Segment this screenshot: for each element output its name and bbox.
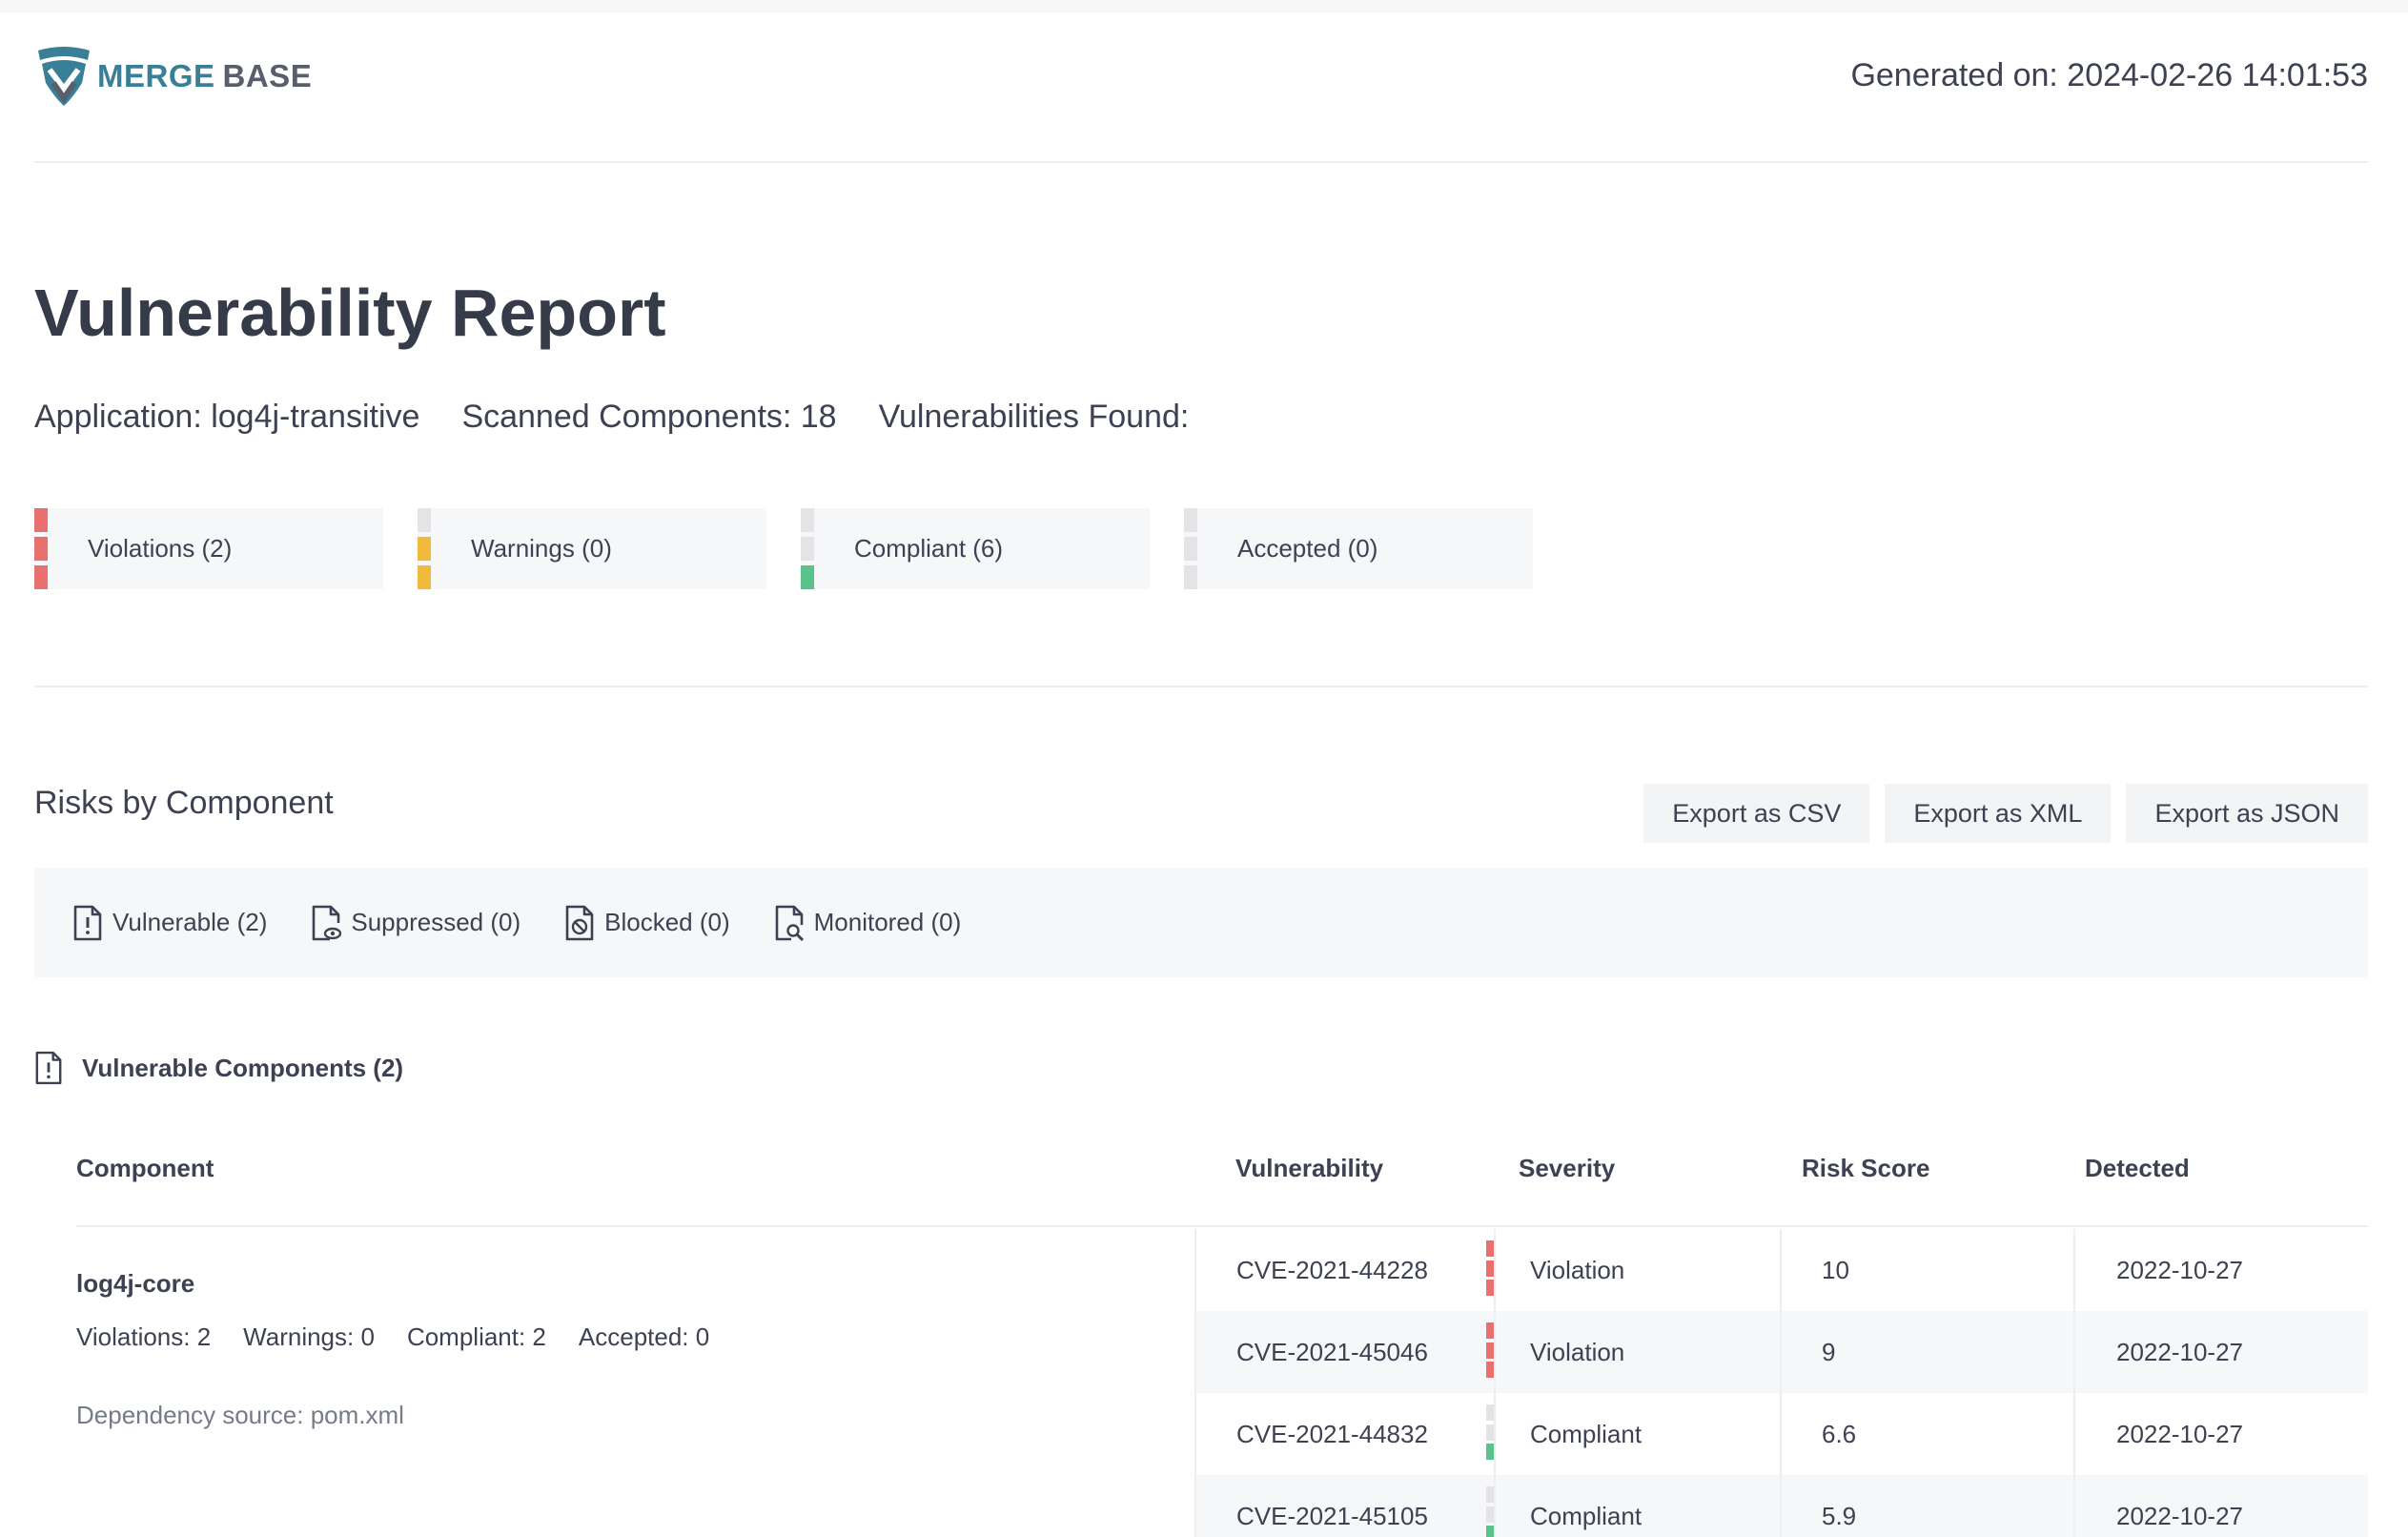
export-xml-button[interactable]: Export as XML xyxy=(1885,784,2112,843)
risk-score: 9 xyxy=(1822,1337,1836,1366)
status-label: Accepted (0) xyxy=(1237,534,1378,563)
file-exclamation-icon xyxy=(73,905,102,940)
table-row[interactable]: CVE-2021-45046 Violation 9 2022-10-27 xyxy=(1196,1311,2368,1393)
vulnerabilities-found-label: Vulnerabilities Found: xyxy=(878,399,1190,435)
report-meta: Application: log4j-transitive Scanned Co… xyxy=(34,399,1189,436)
filter-label: Blocked (0) xyxy=(604,908,730,936)
warnings-count: Warnings: 0 xyxy=(243,1322,375,1351)
generated-timestamp: Generated on: 2024-02-26 14:01:53 xyxy=(1850,57,2368,93)
status-warnings[interactable]: Warnings (0) xyxy=(418,508,766,589)
status-label: Compliant (6) xyxy=(854,534,1004,563)
shield-logo-icon xyxy=(38,47,90,106)
severity-value: Compliant xyxy=(1530,1501,1643,1530)
filter-monitored[interactable]: Monitored (0) xyxy=(774,904,962,942)
filter-blocked[interactable]: Blocked (0) xyxy=(564,904,730,942)
application-name: Application: log4j-transitive xyxy=(34,399,420,435)
scanned-components: Scanned Components: 18 xyxy=(461,399,837,435)
status-compliant[interactable]: Compliant (6) xyxy=(801,508,1150,589)
section-divider xyxy=(34,686,2368,687)
detected-date: 2022-10-27 xyxy=(2116,1337,2243,1366)
severity-bar xyxy=(418,508,431,589)
cve-id[interactable]: CVE-2021-45105 xyxy=(1236,1475,1428,1537)
severity-bar xyxy=(801,508,814,589)
table-row[interactable]: CVE-2021-45105 Compliant 5.9 2022-10-27 xyxy=(1196,1475,2368,1537)
section-title-text: Vulnerable Components (2) xyxy=(82,1053,404,1082)
file-blocked-icon xyxy=(565,905,594,940)
filter-vulnerable[interactable]: Vulnerable (2) xyxy=(72,904,267,942)
detected-date: 2022-10-27 xyxy=(2116,1419,2243,1448)
column-header-vulnerability[interactable]: Vulnerability xyxy=(1235,1154,1383,1183)
risk-score: 10 xyxy=(1822,1255,1849,1284)
page-title: Vulnerability Report xyxy=(34,276,666,350)
status-label: Warnings (0) xyxy=(471,534,612,563)
severity-bar xyxy=(34,508,48,589)
component-filter-bar: Vulnerable (2) Suppressed (0) Blocked (0… xyxy=(34,868,2368,977)
risks-title: Risks by Component xyxy=(34,785,334,821)
column-header-component[interactable]: Component xyxy=(76,1154,214,1183)
cve-id[interactable]: CVE-2021-45046 xyxy=(1236,1311,1428,1393)
component-cell: log4j-core Violations: 2 Warnings: 0 Com… xyxy=(76,1229,1196,1537)
severity-value: Violation xyxy=(1530,1255,1625,1284)
severity-value: Violation xyxy=(1530,1337,1625,1366)
report-header: MERGE BASE Generated on: 2024-02-26 14:01… xyxy=(34,12,2368,163)
risk-score: 5.9 xyxy=(1822,1501,1857,1530)
violations-count: Violations: 2 xyxy=(76,1322,212,1351)
filter-label: Monitored (0) xyxy=(813,908,962,936)
export-json-button[interactable]: Export as JSON xyxy=(2126,784,2368,843)
table-row[interactable]: CVE-2021-44832 Compliant 6.6 2022-10-27 xyxy=(1196,1393,2368,1475)
compliant-count: Compliant: 2 xyxy=(406,1322,546,1351)
top-strip xyxy=(0,0,2408,12)
status-accepted[interactable]: Accepted (0) xyxy=(1184,508,1533,589)
status-violations[interactable]: Violations (2) xyxy=(34,508,383,589)
dependency-source: Dependency source: pom.xml xyxy=(76,1401,404,1429)
column-header-detected[interactable]: Detected xyxy=(2085,1154,2190,1183)
column-header-risk-score[interactable]: Risk Score xyxy=(1802,1154,1929,1183)
logo-text-merge: MERGE xyxy=(97,58,215,93)
logo-text-base: BASE xyxy=(222,58,313,93)
component-counts: Violations: 2 Warnings: 0 Compliant: 2 A… xyxy=(76,1322,709,1352)
detected-date: 2022-10-27 xyxy=(2116,1255,2243,1284)
filter-label: Vulnerable (2) xyxy=(112,908,268,936)
table-header: Component Vulnerability Severity Risk Sc… xyxy=(76,1154,2368,1227)
filter-label: Suppressed (0) xyxy=(351,908,521,936)
file-search-icon xyxy=(775,905,804,941)
filter-suppressed[interactable]: Suppressed (0) xyxy=(311,904,520,942)
severity-value: Compliant xyxy=(1530,1419,1643,1448)
detected-date: 2022-10-27 xyxy=(2116,1501,2243,1530)
risk-score: 6.6 xyxy=(1822,1419,1857,1448)
vulnerable-components-heading: Vulnerable Components (2) xyxy=(34,1049,403,1087)
mergebase-logo: MERGE BASE xyxy=(34,45,312,108)
accepted-count: Accepted: 0 xyxy=(578,1322,710,1351)
status-label: Violations (2) xyxy=(88,534,233,563)
column-header-severity[interactable]: Severity xyxy=(1519,1154,1615,1183)
vulnerability-rows: CVE-2021-44228 Violation 10 2022-10-27 C… xyxy=(1196,1229,2368,1537)
cve-id[interactable]: CVE-2021-44228 xyxy=(1236,1229,1428,1311)
export-actions: Export as CSV Export as XML Export as JS… xyxy=(1643,784,2368,843)
file-eye-icon xyxy=(313,905,342,940)
severity-bar xyxy=(1184,508,1197,589)
file-exclamation-icon xyxy=(35,1051,62,1085)
table-row[interactable]: CVE-2021-44228 Violation 10 2022-10-27 xyxy=(1196,1229,2368,1311)
component-name[interactable]: log4j-core xyxy=(76,1269,194,1299)
status-summary: Violations (2) Warnings (0) Compliant (6… xyxy=(34,508,1533,589)
export-csv-button[interactable]: Export as CSV xyxy=(1643,784,1870,843)
cve-id[interactable]: CVE-2021-44832 xyxy=(1236,1393,1428,1475)
